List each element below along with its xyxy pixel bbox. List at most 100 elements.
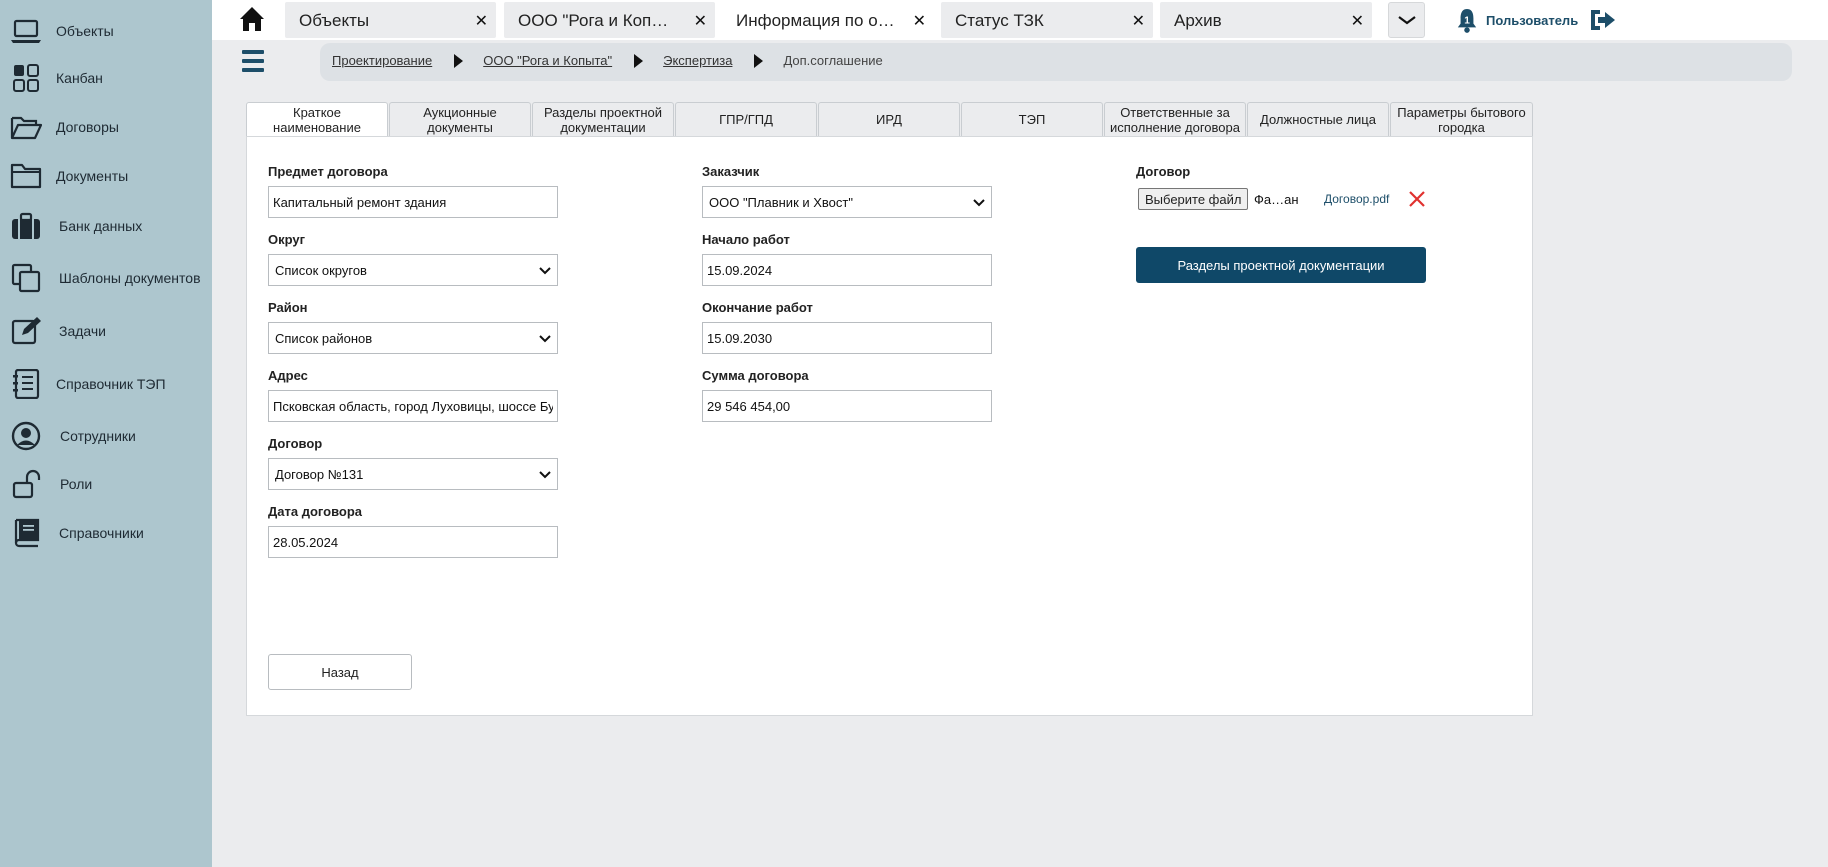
file-status: Фа…ан xyxy=(1254,192,1299,207)
chevron-down-icon xyxy=(973,199,985,207)
close-icon[interactable]: ✕ xyxy=(475,11,488,31)
sum-input[interactable]: 29 546 454,00 xyxy=(702,390,992,422)
sidebar-item-kanban[interactable]: Канбан xyxy=(0,58,212,98)
tab-object-info[interactable]: Информация по об... ✕ xyxy=(722,2,934,38)
subtab-tep[interactable]: ТЭП xyxy=(961,102,1103,136)
kanban-icon xyxy=(8,62,44,94)
contract-date-input[interactable]: 28.05.2024 xyxy=(268,526,558,558)
breadcrumb: Проектирование ООО "Рога и Копыта" Экспе… xyxy=(320,43,1792,81)
folder-icon xyxy=(8,160,44,192)
laptop-icon xyxy=(8,15,44,47)
back-button[interactable]: Назад xyxy=(268,654,412,690)
user-area: 1 Пользователь xyxy=(1456,6,1616,34)
caret-right-icon xyxy=(754,53,764,68)
start-label: Начало работ xyxy=(702,232,790,247)
sidebar-item-label: Роли xyxy=(60,476,93,492)
contract-date-label: Дата договора xyxy=(268,504,363,519)
tabs-overflow-button[interactable] xyxy=(1388,2,1425,38)
district-select[interactable]: Список округов xyxy=(268,254,558,286)
sum-value: 29 546 454,00 xyxy=(707,398,791,414)
area-value: Список районов xyxy=(275,330,373,346)
sidebar-item-documents[interactable]: Документы xyxy=(0,156,212,196)
sidebar-item-label: Шаблоны документов xyxy=(59,270,201,286)
sidebar-item-tep-reference[interactable]: Справочник ТЭП xyxy=(0,364,212,404)
close-icon[interactable]: ✕ xyxy=(694,11,707,31)
breadcrumb-link-expertise[interactable]: Экспертиза xyxy=(663,53,732,68)
tab-label: Архив xyxy=(1174,11,1222,30)
address-input[interactable]: Псковская область, город Луховицы, шоссе… xyxy=(268,390,558,422)
edit-icon xyxy=(8,315,44,347)
subtab-officials[interactable]: Должностные лица xyxy=(1247,102,1389,136)
subject-value: Капитальный ремонт здания xyxy=(273,194,447,210)
caret-right-icon xyxy=(634,53,644,68)
area-label: Район xyxy=(268,300,308,315)
end-date-input[interactable]: 15.09.2030 xyxy=(702,322,992,354)
tab-label: Информация по об... xyxy=(736,11,896,30)
bell-icon[interactable]: 1 xyxy=(1456,6,1478,34)
sidebar-item-databank[interactable]: Банк данных xyxy=(0,206,212,246)
sidebar-item-references[interactable]: Справочники xyxy=(0,513,212,553)
sidebar-item-employees[interactable]: Сотрудники xyxy=(0,416,212,456)
subtab-project-sections[interactable]: Разделы проектной документации xyxy=(532,102,674,136)
subtab-responsible[interactable]: Ответственные за исполнение договора xyxy=(1104,102,1246,136)
copy-icon xyxy=(8,262,44,294)
contract-date-value: 28.05.2024 xyxy=(273,534,339,550)
chevron-down-icon xyxy=(539,335,551,343)
sidebar-item-label: Справочники xyxy=(59,525,144,541)
content-panel xyxy=(246,136,1533,716)
subject-input[interactable]: Капитальный ремонт здания xyxy=(268,186,558,218)
sidebar-item-tasks[interactable]: Задачи xyxy=(0,311,212,351)
menu-icon[interactable] xyxy=(242,50,264,74)
remove-file-icon[interactable] xyxy=(1408,190,1426,208)
sidebar-item-contracts[interactable]: Договоры xyxy=(0,107,212,147)
sidebar-item-templates[interactable]: Шаблоны документов xyxy=(0,258,212,298)
caret-right-icon xyxy=(454,53,464,68)
chevron-down-icon xyxy=(1397,16,1416,25)
sidebar-item-label: Справочник ТЭП xyxy=(56,376,166,392)
tab-archive[interactable]: Архив ✕ xyxy=(1160,2,1372,38)
subtab-gpr[interactable]: ГПР/ГПД xyxy=(675,102,817,136)
folder-open-icon xyxy=(8,111,44,143)
subtab-camp-params[interactable]: Параметры бытового городка xyxy=(1390,102,1533,136)
close-icon[interactable]: ✕ xyxy=(1351,11,1364,31)
end-value: 15.09.2030 xyxy=(707,330,773,346)
user-name[interactable]: Пользователь xyxy=(1486,13,1578,28)
file-label: Договор xyxy=(1136,164,1191,179)
tab-company[interactable]: ООО "Рога и Копыта" ✕ xyxy=(504,2,715,38)
tab-label: Объекты xyxy=(299,11,370,30)
sidebar-item-roles[interactable]: Роли xyxy=(0,464,212,504)
unlock-icon xyxy=(8,468,44,500)
area-select[interactable]: Список районов xyxy=(268,322,558,354)
start-value: 15.09.2024 xyxy=(707,262,773,278)
logout-icon[interactable] xyxy=(1588,8,1616,32)
subtab-short-name[interactable]: Краткое наименование xyxy=(246,102,388,137)
breadcrumb-link-design[interactable]: Проектирование xyxy=(332,53,432,68)
subtab-auction-docs[interactable]: Аукционные документы xyxy=(389,102,531,136)
customer-value: ООО "Плавник и Хвост" xyxy=(709,194,853,210)
breadcrumb-link-company[interactable]: ООО "Рога и Копыта" xyxy=(483,53,612,68)
sidebar-item-label: Канбан xyxy=(56,70,103,86)
close-icon[interactable]: ✕ xyxy=(1132,11,1145,31)
contract-file-link[interactable]: Договор.pdf xyxy=(1324,192,1389,206)
tab-objects[interactable]: Объекты ✕ xyxy=(285,2,496,38)
choose-file-button[interactable]: Выберите файл xyxy=(1138,188,1249,210)
start-date-input[interactable]: 15.09.2024 xyxy=(702,254,992,286)
breadcrumb-current: Доп.соглашение xyxy=(783,53,883,68)
sidebar: Объекты Канбан Договоры Документы Банк д… xyxy=(0,0,212,867)
customer-select[interactable]: ООО "Плавник и Хвост" xyxy=(702,186,992,218)
sidebar-item-objects[interactable]: Объекты xyxy=(0,11,212,51)
contract-select[interactable]: Договор №131 xyxy=(268,458,558,490)
sidebar-item-label: Банк данных xyxy=(59,218,143,234)
close-icon[interactable]: ✕ xyxy=(913,11,926,31)
sum-label: Сумма договора xyxy=(702,368,809,383)
contract-label: Договор xyxy=(268,436,323,451)
sidebar-item-label: Задачи xyxy=(59,323,107,339)
home-icon[interactable] xyxy=(239,6,265,32)
list-icon xyxy=(8,368,44,400)
subtab-ird[interactable]: ИРД xyxy=(818,102,960,136)
project-sections-button[interactable]: Разделы проектной документации xyxy=(1136,247,1426,283)
tab-label: ООО "Рога и Копыта" xyxy=(518,11,678,30)
sidebar-item-label: Сотрудники xyxy=(60,428,136,444)
tab-tzk-status[interactable]: Статус ТЗК ✕ xyxy=(941,2,1153,38)
subject-label: Предмет договора xyxy=(268,164,388,179)
